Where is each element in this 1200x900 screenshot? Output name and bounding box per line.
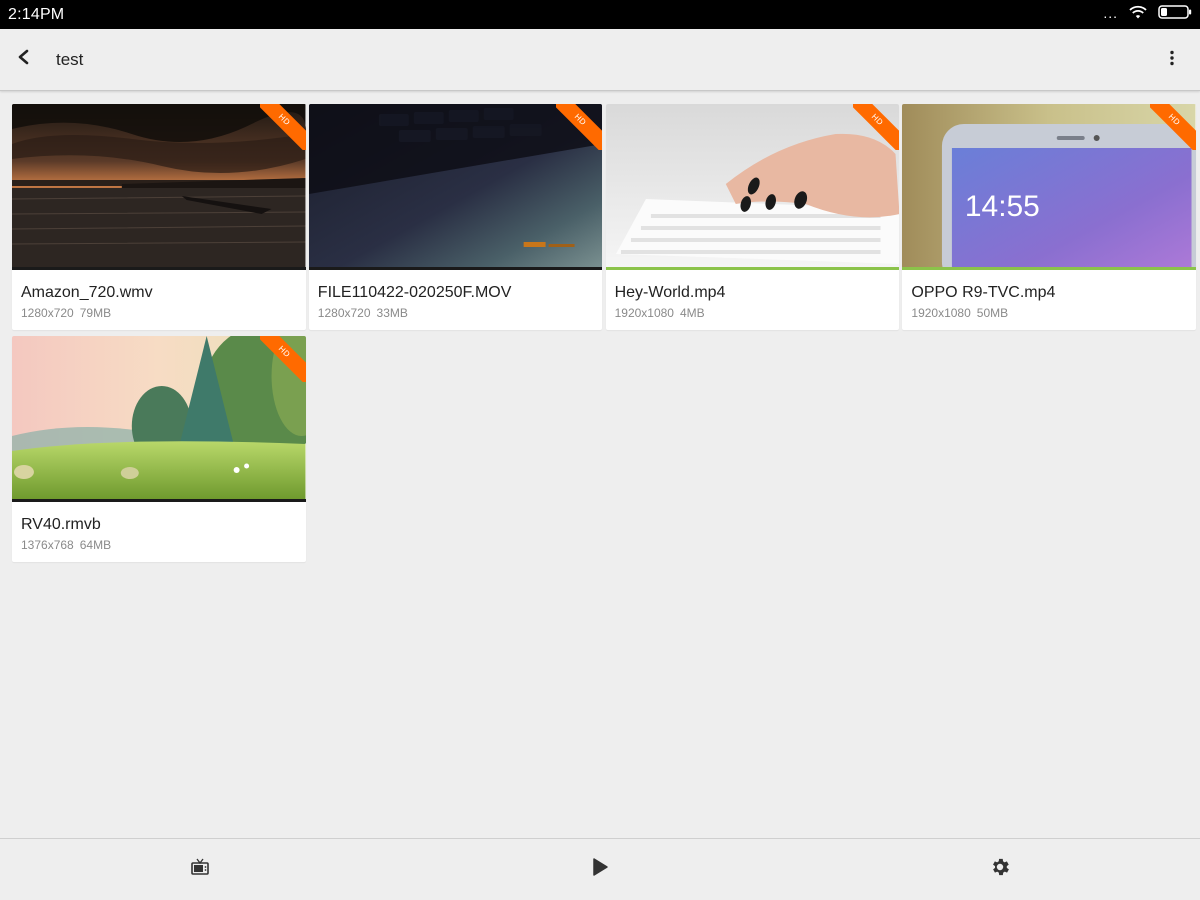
video-info: Hey-World.mp4 1920x1080 4MB (606, 270, 900, 320)
video-thumbnail: HD (12, 104, 306, 267)
video-resolution: 1920x1080 (614, 306, 674, 320)
nav-play-button[interactable] (400, 839, 800, 900)
app-bar: test (0, 29, 1200, 91)
video-card[interactable]: HD RV40.rmvb 1376x768 64MB (12, 336, 306, 562)
video-meta: 1280x720 33MB (318, 306, 594, 320)
video-thumbnail: HD (308, 104, 603, 267)
status-bar: 2:14PM ... (0, 0, 1200, 29)
video-title: OPPO R9-TVC.mp4 (911, 284, 1056, 301)
video-resolution: 1280x720 (317, 306, 371, 320)
video-info: FILE110422-020250F.MOV 1280x720 33MB (309, 270, 603, 320)
video-thumbnail: 14:55 HD (902, 104, 1196, 267)
play-icon (591, 857, 609, 882)
status-icons: ... (1103, 4, 1192, 25)
video-card[interactable]: 14:55 HD OPPO R9-TVC.mp4 1920x1080 50MB (902, 104, 1196, 330)
hd-badge: HD (556, 104, 603, 150)
video-resolution: 1280x720 (21, 306, 74, 320)
video-grid: HD Amazon_720.wmv 1280x720 79MB HD FILE1… (12, 104, 1196, 562)
video-size: 50MB (976, 306, 1009, 320)
back-button[interactable] (0, 36, 48, 84)
video-size: 79MB (79, 306, 112, 320)
tv-icon (190, 857, 210, 882)
bottom-navigation (0, 838, 1200, 900)
nav-tv-button[interactable] (0, 839, 400, 900)
video-card[interactable]: HD Amazon_720.wmv 1280x720 79MB (12, 104, 306, 330)
notification-dots: ... (1103, 4, 1118, 21)
video-card[interactable]: HD FILE110422-020250F.MOV 1280x720 33MB (308, 104, 603, 330)
video-meta: 1280x720 79MB (21, 306, 297, 320)
video-info: OPPO R9-TVC.mp4 1920x1080 50MB (902, 270, 1196, 320)
video-size: 64MB (79, 538, 112, 552)
video-title: Amazon_720.wmv (21, 284, 153, 301)
video-size: 4MB (679, 306, 705, 320)
video-title: FILE110422-020250F.MOV (317, 284, 512, 301)
video-resolution: 1920x1080 (911, 306, 971, 320)
video-info: RV40.rmvb 1376x768 64MB (12, 502, 306, 552)
video-thumbnail: HD (12, 336, 306, 499)
video-title: Hey-World.mp4 (614, 284, 726, 301)
settings-gear-icon (989, 856, 1011, 883)
hd-badge: HD (853, 104, 900, 150)
battery-icon (1158, 5, 1192, 24)
video-meta: 1920x1080 50MB (911, 306, 1187, 320)
video-meta: 1920x1080 4MB (615, 306, 891, 320)
wifi-icon (1128, 4, 1148, 25)
phone-clock-text: 14:55 (965, 190, 1040, 223)
status-time: 2:14PM (8, 5, 65, 23)
video-resolution: 1376x768 (21, 538, 74, 552)
video-thumbnail: HD (605, 104, 900, 267)
video-meta: 1376x768 64MB (21, 538, 297, 552)
back-arrow-icon (17, 49, 31, 70)
page-title: test (56, 49, 84, 69)
overflow-menu-button[interactable] (1152, 36, 1192, 84)
hd-badge: HD (259, 104, 306, 150)
video-size: 33MB (376, 306, 408, 320)
hd-badge: HD (1149, 104, 1196, 150)
nav-settings-button[interactable] (800, 839, 1200, 900)
video-info: Amazon_720.wmv 1280x720 79MB (12, 270, 306, 320)
hd-badge: HD (259, 336, 306, 382)
video-card[interactable]: HD Hey-World.mp4 1920x1080 4MB (605, 104, 900, 330)
overflow-menu-icon (1169, 50, 1175, 71)
video-title: RV40.rmvb (21, 516, 101, 533)
